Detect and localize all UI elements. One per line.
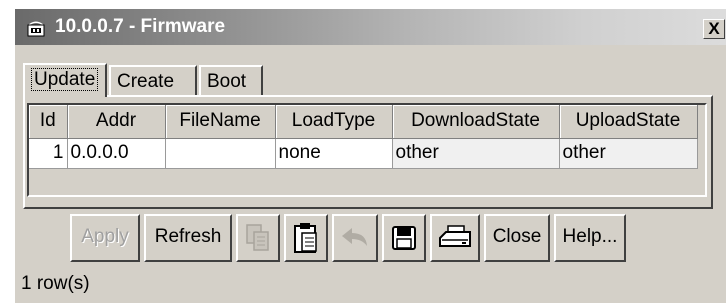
copy-button[interactable] (236, 214, 280, 262)
column-header-downloadstate[interactable]: DownloadState (392, 105, 560, 139)
print-icon (439, 225, 471, 247)
column-header-loadtype[interactable]: LoadType (275, 105, 393, 139)
undo-button[interactable] (332, 214, 378, 262)
print-button[interactable] (430, 214, 480, 262)
apply-button[interactable]: Apply (70, 214, 140, 262)
firmware-table-container: Id Addr FileName LoadType DownloadState … (27, 103, 707, 197)
refresh-button[interactable]: Refresh (144, 214, 232, 262)
save-icon (392, 226, 416, 250)
tab-boot[interactable]: Boot (199, 65, 263, 95)
device-icon (27, 21, 45, 37)
cell-addr[interactable]: 0.0.0.0 (67, 138, 166, 169)
firmware-window: 10.0.0.7 - Firmware X Update Create Boot… (14, 8, 726, 303)
status-row-count: 1 row(s) (21, 273, 90, 294)
column-header-id[interactable]: Id (29, 105, 68, 139)
tab-update[interactable]: Update (23, 63, 107, 97)
window-title: 10.0.0.7 - Firmware (55, 16, 226, 37)
firmware-table: Id Addr FileName LoadType DownloadState … (29, 105, 698, 169)
tab-panel-update: Id Addr FileName LoadType DownloadState … (23, 95, 713, 209)
cell-filename[interactable] (165, 138, 276, 169)
cell-loadtype[interactable]: none (275, 138, 393, 169)
paste-button[interactable] (284, 214, 328, 262)
save-button[interactable] (382, 214, 426, 262)
table-header-row: Id Addr FileName LoadType DownloadState … (29, 105, 698, 139)
cell-id[interactable]: 1 (29, 138, 68, 169)
title-bar[interactable]: 10.0.0.7 - Firmware X (15, 9, 726, 45)
column-header-addr[interactable]: Addr (67, 105, 166, 139)
column-header-uploadstate[interactable]: UploadState (559, 105, 698, 139)
column-header-filename[interactable]: FileName (165, 105, 276, 139)
tab-create-label: Create (117, 71, 175, 92)
cell-downloadstate: other (392, 138, 560, 169)
copy-icon (246, 224, 269, 251)
undo-icon (342, 228, 367, 246)
help-button[interactable]: Help... (554, 214, 626, 262)
close-window-button[interactable]: X (703, 19, 725, 39)
cell-uploadstate: other (559, 138, 698, 169)
close-button[interactable]: Close (484, 214, 550, 262)
tab-update-label: Update (31, 68, 99, 91)
paste-icon (294, 223, 317, 253)
tab-boot-label: Boot (207, 71, 247, 92)
table-row[interactable]: 1 0.0.0.0 none other other (29, 138, 698, 169)
tab-create[interactable]: Create (109, 65, 197, 95)
